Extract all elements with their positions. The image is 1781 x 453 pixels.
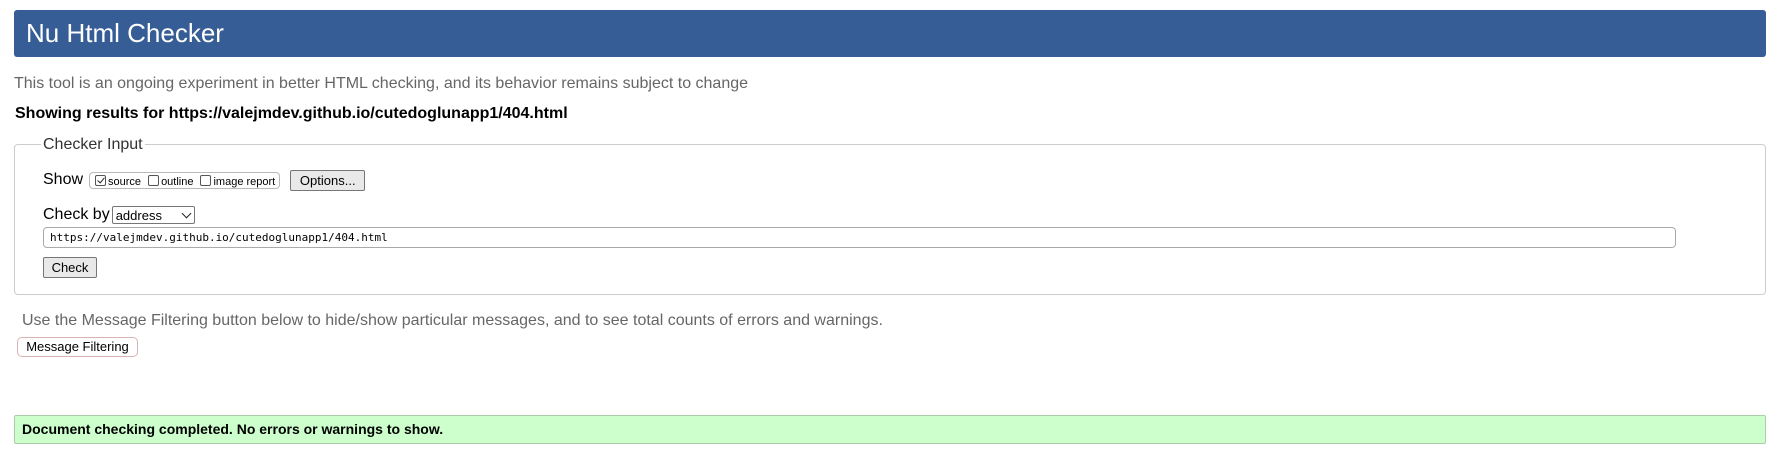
image-report-checkbox-label[interactable]: image report (213, 176, 275, 188)
check-by-selected-value[interactable]: address (116, 208, 162, 223)
message-filtering-button[interactable]: Message Filtering (17, 337, 138, 357)
source-checkbox-box[interactable] (95, 174, 107, 186)
results-heading: Showing results for https://valejmdev.gi… (15, 105, 568, 122)
show-image-report-checkbox[interactable]: image report (200, 174, 275, 188)
checker-input-legend: Checker Input (41, 135, 145, 155)
show-source-checkbox[interactable]: source (95, 174, 141, 188)
show-row: Show source outline image report Options… (43, 169, 366, 191)
chevron-down-icon[interactable] (181, 208, 192, 218)
page-header: Nu Html Checker (14, 10, 1766, 57)
show-outline-checkbox[interactable]: outline (148, 174, 193, 188)
filtering-instructions: Use the Message Filtering button below t… (22, 312, 883, 329)
check-by-row: Check by address (43, 205, 195, 225)
image-report-checkbox-box[interactable] (200, 174, 212, 186)
outline-checkbox-label[interactable]: outline (161, 176, 193, 188)
intro-text: This tool is an ongoing experiment in be… (14, 75, 749, 92)
check-by-select[interactable]: address (111, 206, 195, 224)
url-input[interactable]: https://valejmdev.github.io/cutedoglunap… (43, 227, 1676, 248)
checker-input-fieldset: Checker Input Show source outline image … (14, 135, 1766, 295)
check-by-label: Check by (43, 206, 110, 223)
status-success-message: Document checking completed. No errors o… (14, 415, 1766, 444)
show-label: Show (43, 171, 84, 188)
options-button[interactable]: Options... (290, 169, 366, 191)
check-button[interactable]: Check (43, 257, 97, 278)
page-title: Nu Html Checker (26, 18, 224, 48)
source-checkbox-label[interactable]: source (108, 176, 141, 188)
show-options-group: source outline image report (89, 171, 281, 189)
outline-checkbox-box[interactable] (148, 174, 160, 186)
